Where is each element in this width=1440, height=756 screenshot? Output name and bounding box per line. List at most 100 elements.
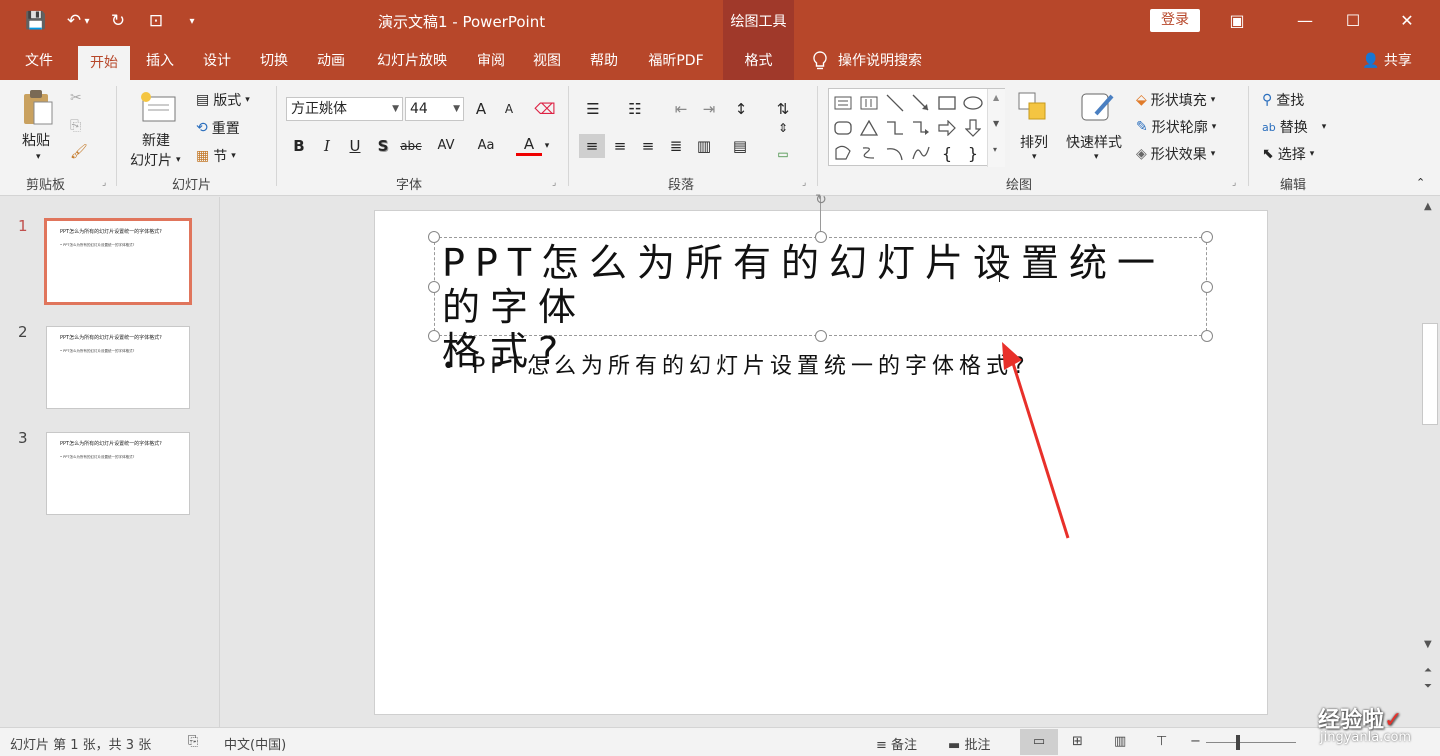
font-name-combo[interactable]: 方正姚体 ▼ xyxy=(286,97,403,121)
language-indicator[interactable]: 中文(中国) xyxy=(224,734,286,753)
tab-slideshow[interactable]: 幻灯片放映 xyxy=(366,42,458,80)
paste-dropdown-icon[interactable]: ▾ xyxy=(36,152,41,162)
tab-foxit-pdf[interactable]: 福昕PDF xyxy=(638,42,714,80)
triangle-shape-icon[interactable] xyxy=(857,116,881,140)
underline-button[interactable]: U xyxy=(342,134,368,158)
tab-home[interactable]: 开始 xyxy=(78,46,130,80)
paste-icon[interactable] xyxy=(20,88,56,128)
line-shape-icon[interactable] xyxy=(883,91,907,115)
paragraph-launcher-icon[interactable]: ⌟ xyxy=(802,178,806,188)
tab-format[interactable]: 格式 xyxy=(723,42,794,80)
scroll-down-icon[interactable]: ▼ xyxy=(1424,639,1432,650)
elbow-connector-shape-icon[interactable] xyxy=(883,116,907,140)
spellcheck-icon[interactable]: ⎘ xyxy=(188,734,198,749)
resize-handle[interactable] xyxy=(428,231,440,243)
curve-shape-icon[interactable] xyxy=(909,141,933,165)
shapes-gallery[interactable]: { } ▲ ▼ ▾ xyxy=(828,88,1005,167)
undo-dropdown-icon[interactable]: ▾ xyxy=(80,8,94,34)
scroll-thumb[interactable] xyxy=(1422,323,1438,425)
font-size-combo[interactable]: 44 ▼ xyxy=(405,97,464,121)
align-right-icon[interactable]: ≡ xyxy=(635,134,661,158)
resize-handle[interactable] xyxy=(1201,330,1213,342)
select-button[interactable]: ⬉ 选择 ▾ xyxy=(1262,144,1314,164)
lightbulb-icon[interactable] xyxy=(808,42,832,80)
tab-review[interactable]: 审阅 xyxy=(468,42,514,80)
gallery-scroll[interactable]: ▲ ▼ ▾ xyxy=(987,89,1005,167)
rounded-rect-shape-icon[interactable] xyxy=(831,116,855,140)
align-center-icon[interactable]: ≡ xyxy=(607,134,633,158)
scroll-up-icon[interactable]: ▲ xyxy=(1424,201,1432,212)
increase-indent-icon[interactable]: ⇥ xyxy=(696,97,722,121)
textbox-shape-icon[interactable] xyxy=(831,91,855,115)
vertical-scrollbar[interactable]: ▲ ▼ ⏶ ⏷ xyxy=(1420,197,1440,727)
minimize-button[interactable]: — xyxy=(1282,6,1328,36)
paste-button[interactable]: 粘贴 xyxy=(22,130,50,150)
oval-shape-icon[interactable] xyxy=(961,91,985,115)
grow-font-icon[interactable]: A xyxy=(468,97,494,121)
right-arrow-shape-icon[interactable] xyxy=(935,116,959,140)
arrange-dropdown-icon[interactable]: ▾ xyxy=(1032,152,1037,162)
change-case-button[interactable]: Aa xyxy=(470,134,502,158)
decrease-indent-icon[interactable]: ⇤ xyxy=(668,97,694,121)
strikethrough-button[interactable]: abc xyxy=(398,134,424,158)
gallery-more-icon[interactable]: ▾ xyxy=(993,145,997,154)
new-slide-icon[interactable] xyxy=(138,88,178,128)
slide-thumbnail-2[interactable]: PPT怎么为所有的幻灯片设置统一的字体格式? • PPT怎么为所有的幻灯片设置统… xyxy=(46,326,190,409)
scribble-shape-icon[interactable] xyxy=(857,141,881,165)
numbering-icon[interactable]: ☷ xyxy=(622,97,648,121)
tab-insert[interactable]: 插入 xyxy=(137,42,183,80)
arrow-line-shape-icon[interactable] xyxy=(909,91,933,115)
distributed-icon[interactable]: ▥ xyxy=(691,134,717,158)
notes-button[interactable]: ≡ 备注 xyxy=(876,734,917,753)
redo-icon[interactable]: ↻ xyxy=(104,8,132,34)
reset-button[interactable]: ⟲ 重置 xyxy=(196,118,240,138)
zoom-slider[interactable] xyxy=(1206,742,1296,743)
replace-button[interactable]: ab 替换 ▾ xyxy=(1262,117,1326,137)
resize-handle[interactable] xyxy=(1201,231,1213,243)
ribbon-display-button[interactable]: ▣ xyxy=(1214,6,1260,36)
zoom-slider-thumb[interactable] xyxy=(1236,735,1240,750)
tell-me-search[interactable]: 操作说明搜索 xyxy=(838,42,938,80)
slide-thumbnail-pane[interactable]: 1 PPT怎么为所有的幻灯片设置统一的字体格式? • PPT怎么为所有的幻灯片设… xyxy=(0,197,220,727)
clear-formatting-icon[interactable]: ⌫ xyxy=(532,97,558,121)
bold-button[interactable]: B xyxy=(286,134,312,158)
drawing-launcher-icon[interactable]: ⌟ xyxy=(1232,178,1236,188)
arc-shape-icon[interactable] xyxy=(883,141,907,165)
find-button[interactable]: ⚲ 查找 xyxy=(1262,90,1304,110)
reading-view-icon[interactable]: ▥ xyxy=(1114,734,1126,749)
arrange-icon[interactable] xyxy=(1016,90,1052,126)
font-color-button[interactable]: A xyxy=(516,134,542,156)
present-icon[interactable]: ⊡ xyxy=(142,8,170,34)
normal-view-icon[interactable]: ▭ xyxy=(1020,729,1058,755)
smartart-icon[interactable]: ▭ xyxy=(770,142,796,166)
columns-icon[interactable]: ▤ xyxy=(727,134,753,158)
resize-handle[interactable] xyxy=(428,330,440,342)
justify-icon[interactable]: ≣ xyxy=(663,134,689,158)
shape-fill-button[interactable]: ⬙ 形状填充 ▾ xyxy=(1136,90,1215,110)
rotate-handle-icon[interactable]: ↻ xyxy=(812,193,830,207)
slide-thumbnail-3[interactable]: PPT怎么为所有的幻灯片设置统一的字体格式? • PPT怎么为所有的幻灯片设置统… xyxy=(46,432,190,515)
align-text-icon[interactable]: ⇕ xyxy=(770,116,796,140)
arrange-button[interactable]: 排列 xyxy=(1020,132,1048,152)
slide-bullet-text[interactable]: • PPT怎么为所有的幻灯片设置统一的字体格式? xyxy=(442,348,1030,380)
shape-outline-button[interactable]: ✎ 形状轮廓 ▾ xyxy=(1136,117,1216,137)
cut-icon[interactable]: ✂ xyxy=(70,90,82,106)
rectangle-shape-icon[interactable] xyxy=(935,91,959,115)
copy-icon[interactable]: ⎘ xyxy=(70,118,81,134)
new-slide-label[interactable]: 新建 xyxy=(142,130,170,150)
tab-help[interactable]: 帮助 xyxy=(581,42,627,80)
quick-styles-button[interactable]: 快速样式 xyxy=(1066,132,1122,152)
scroll-up-icon[interactable]: ▲ xyxy=(993,93,999,102)
tab-view[interactable]: 视图 xyxy=(524,42,570,80)
left-brace-shape-icon[interactable]: { xyxy=(935,141,959,165)
previous-slide-icon[interactable]: ⏶ xyxy=(1424,665,1432,676)
quick-styles-icon[interactable] xyxy=(1076,88,1116,128)
shape-effects-button[interactable]: ◈ 形状效果 ▾ xyxy=(1136,144,1215,164)
tab-file[interactable]: 文件 xyxy=(14,42,64,80)
close-button[interactable]: ✕ xyxy=(1384,6,1430,36)
slide-sorter-icon[interactable]: ⊞ xyxy=(1072,734,1083,749)
font-color-dropdown-icon[interactable]: ▾ xyxy=(540,134,554,158)
tab-animations[interactable]: 动画 xyxy=(308,42,354,80)
login-button[interactable]: 登录 xyxy=(1150,9,1200,32)
slideshow-view-icon[interactable]: ⊤ xyxy=(1156,734,1167,749)
